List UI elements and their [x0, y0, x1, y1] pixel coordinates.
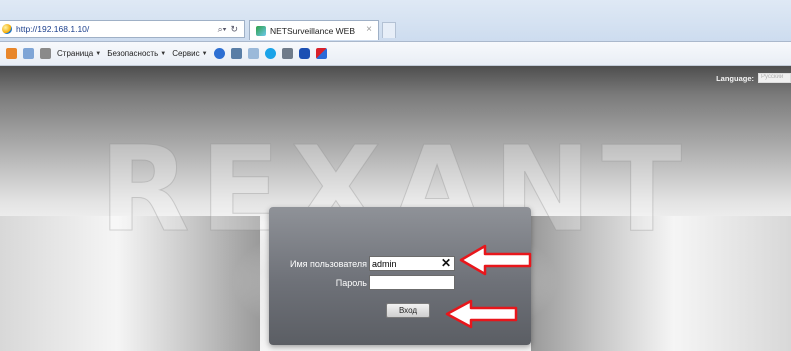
- new-tab-button[interactable]: [382, 22, 396, 38]
- annotation-arrow-username: [459, 244, 532, 276]
- refresh-icon[interactable]: ↻: [230, 24, 238, 35]
- menu-tools[interactable]: Сервис ▼: [172, 49, 207, 58]
- search-icon[interactable]: ⌕▾: [218, 24, 227, 35]
- print-icon[interactable]: [40, 48, 51, 59]
- feeds-icon[interactable]: [6, 48, 17, 59]
- mail-icon[interactable]: [23, 48, 34, 59]
- addon-icon-3[interactable]: [281, 48, 293, 59]
- addon-icon-2[interactable]: [247, 48, 259, 59]
- skype-icon[interactable]: [264, 48, 276, 59]
- annotation-arrow-login: [445, 299, 518, 329]
- login-button[interactable]: Вход: [386, 303, 430, 318]
- language-label: Language:: [716, 73, 754, 83]
- language-select[interactable]: Русский: [758, 73, 791, 83]
- browser-chrome: http://192.168.1.10/ ⌕▾ ↻ NETSurveillanc…: [0, 0, 791, 42]
- username-label: Имя пользователя: [289, 259, 367, 269]
- address-bar[interactable]: http://192.168.1.10/ ⌕▾ ↻: [0, 20, 245, 38]
- bluetooth-icon[interactable]: [298, 48, 310, 59]
- username-value: admin: [372, 258, 397, 269]
- language-selector-row: Language: Русский: [716, 73, 791, 83]
- tab-favicon-icon: [256, 25, 266, 36]
- addon-icon-1[interactable]: [230, 48, 242, 59]
- menu-safety[interactable]: Безопасность ▼: [107, 49, 166, 58]
- username-field[interactable]: admin ✕: [369, 256, 455, 271]
- tab-netsurveillance[interactable]: NETSurveillance WEB ×: [249, 20, 379, 40]
- chevron-down-icon: ▼: [95, 50, 102, 57]
- password-label: Пароль: [335, 278, 367, 288]
- chevron-down-icon: ▼: [160, 50, 167, 57]
- menu-page[interactable]: Страница ▼: [57, 49, 101, 58]
- tab-title: NETSurveillance WEB: [270, 25, 356, 36]
- login-page: REXANT Language: Русский Имя пользовател…: [0, 66, 791, 351]
- command-bar: Страница ▼ Безопасность ▼ Сервис ▼: [0, 42, 791, 66]
- address-text: http://192.168.1.10/: [16, 24, 90, 34]
- clear-icon[interactable]: ✕: [441, 257, 451, 270]
- site-icon: [2, 24, 12, 34]
- help-icon[interactable]: [213, 48, 225, 59]
- tab-close-icon[interactable]: ×: [366, 24, 372, 35]
- addon-icon-4[interactable]: [315, 48, 327, 59]
- password-field[interactable]: [369, 275, 455, 290]
- chevron-down-icon: ▼: [201, 50, 208, 57]
